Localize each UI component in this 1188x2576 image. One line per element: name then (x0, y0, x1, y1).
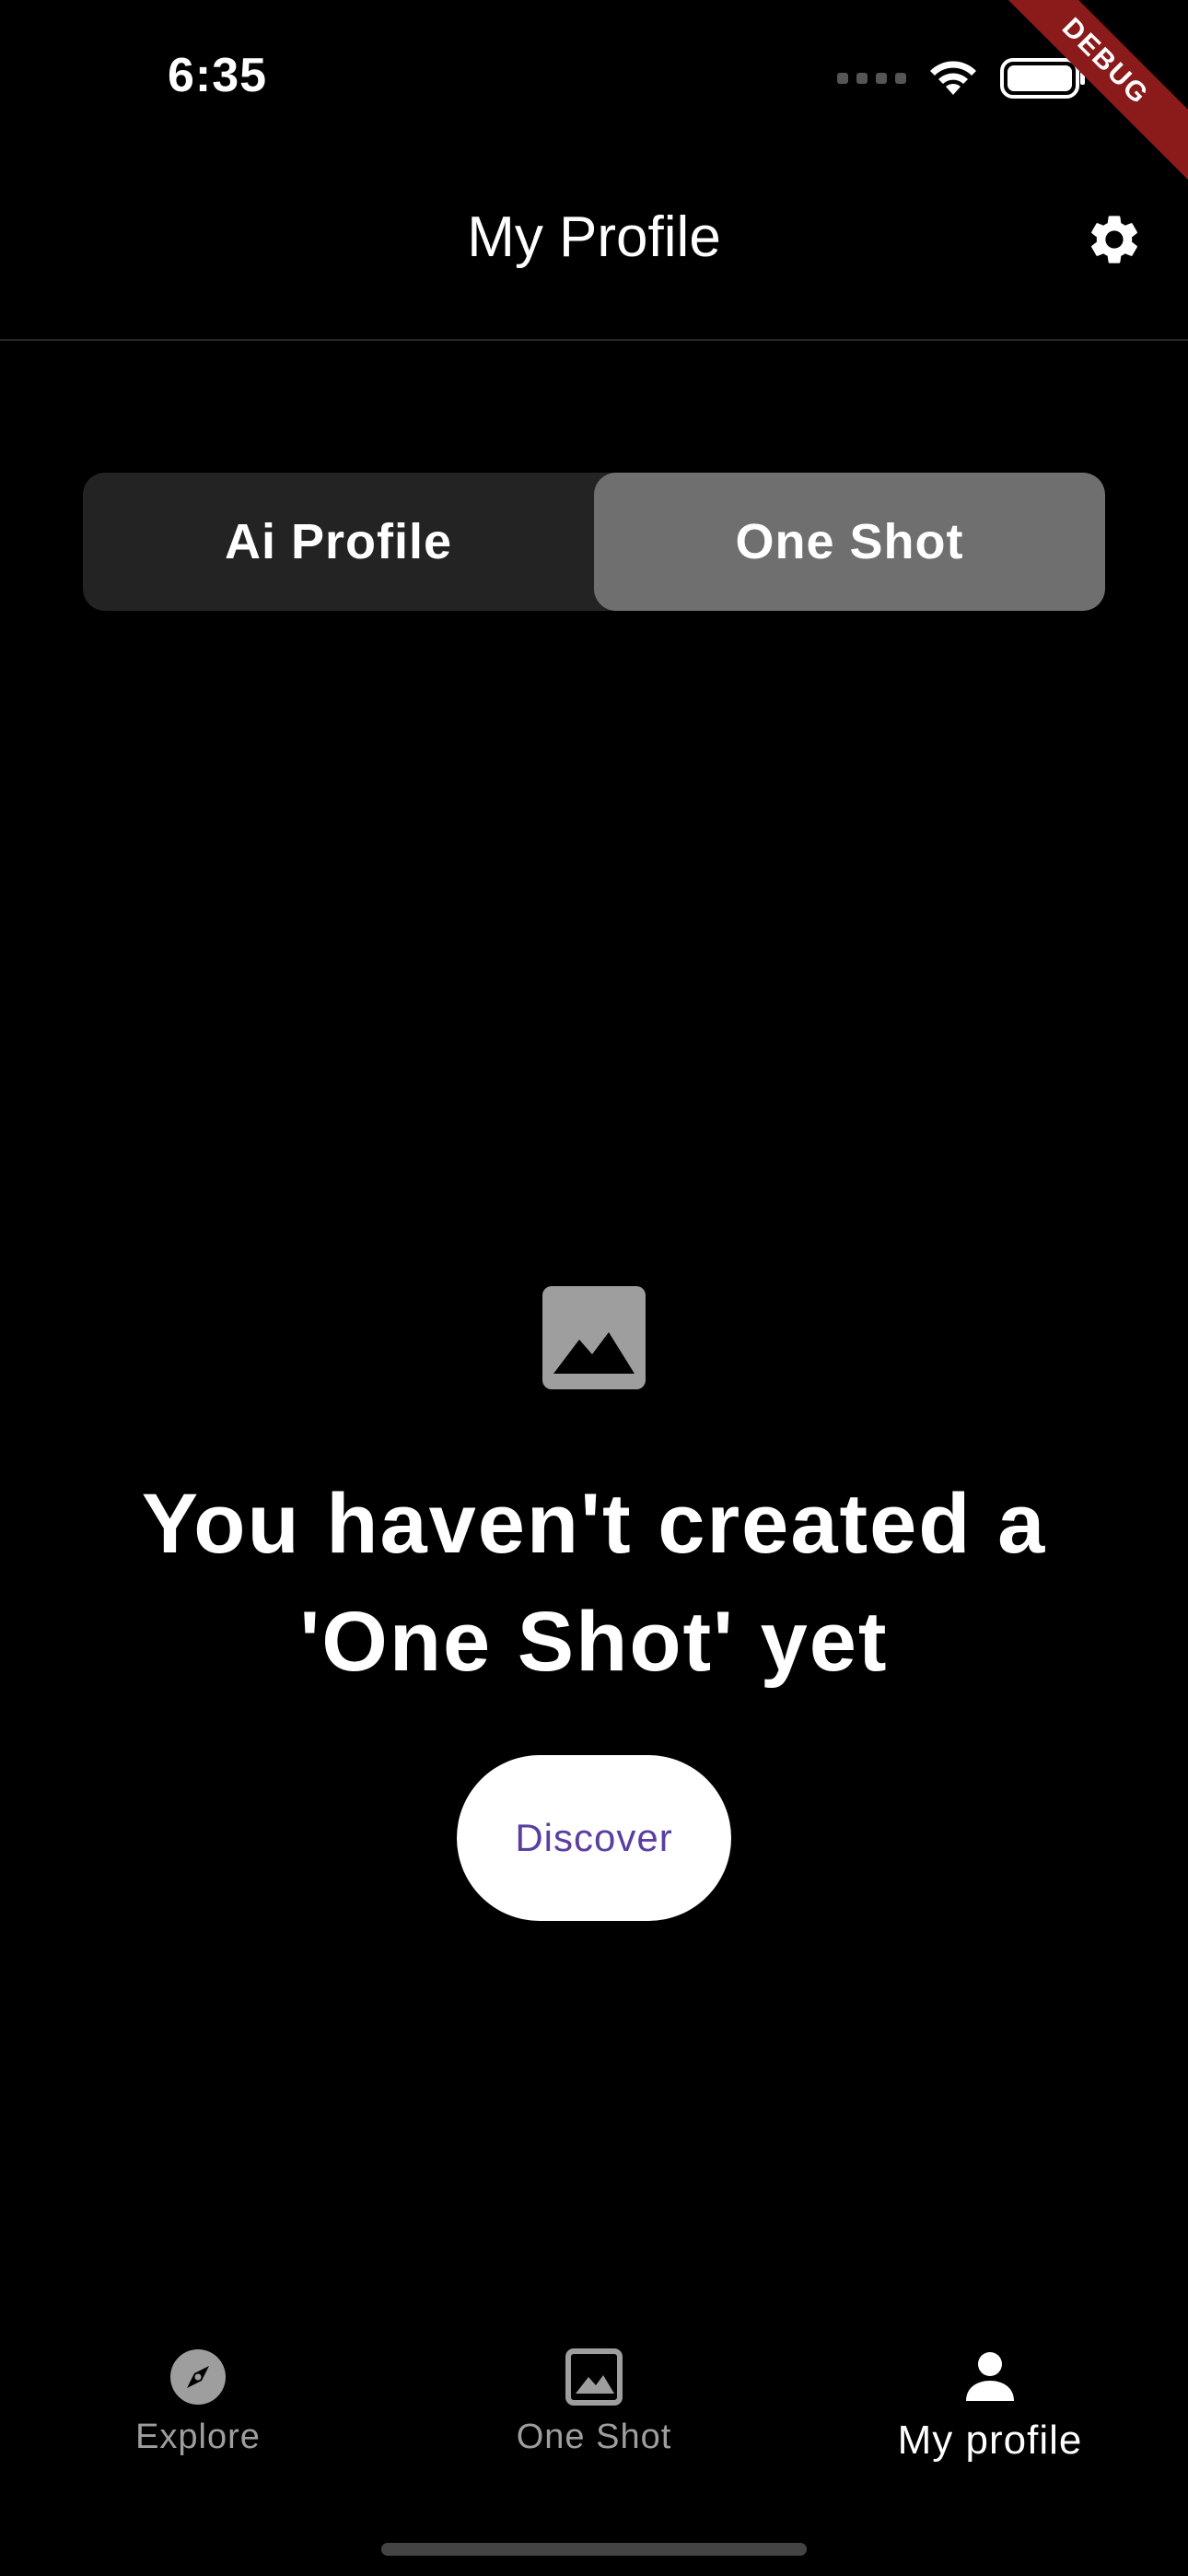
nav-item-my-profile[interactable]: My profile (792, 2322, 1188, 2506)
bottom-navigation: Explore One Shot My profile (0, 2322, 1188, 2506)
profile-segmented-control: Ai Profile One Shot (83, 473, 1105, 611)
tab-one-shot[interactable]: One Shot (594, 473, 1105, 611)
nav-label-one-shot: One Shot (516, 2418, 672, 2456)
nav-label-explore: Explore (135, 2418, 261, 2456)
gear-icon (1091, 216, 1137, 263)
discover-button[interactable]: Discover (457, 1755, 731, 1921)
empty-state-message: You haven't created a 'One Shot' yet (141, 1477, 1047, 1689)
app-bar: My Profile (0, 157, 1188, 341)
nav-item-one-shot[interactable]: One Shot (396, 2322, 792, 2506)
person-icon (961, 2348, 1019, 2406)
compass-icon (169, 2348, 227, 2406)
settings-button[interactable] (1077, 203, 1151, 276)
image-icon (565, 2348, 623, 2406)
status-time: 6:35 (168, 49, 268, 102)
status-icons (837, 57, 1087, 100)
tab-ai-profile[interactable]: Ai Profile (83, 473, 594, 611)
wifi-icon (930, 61, 976, 95)
status-bar: 6:35 DEBUG (0, 0, 1188, 184)
page-title: My Profile (467, 205, 721, 269)
image-placeholder-icon (542, 1286, 646, 1389)
nav-label-my-profile: My profile (897, 2418, 1083, 2463)
cellular-signal-icon (837, 73, 906, 84)
nav-item-explore[interactable]: Explore (0, 2322, 396, 2506)
home-indicator (381, 2543, 807, 2556)
